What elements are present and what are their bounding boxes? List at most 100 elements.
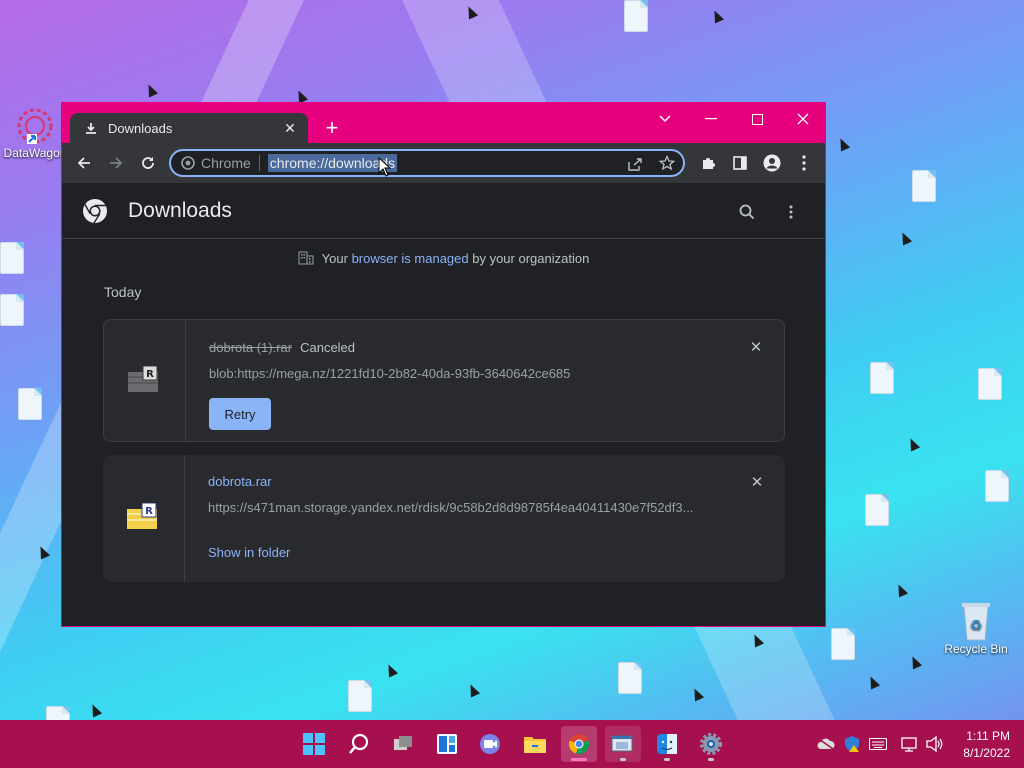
svg-text:♻: ♻ xyxy=(970,618,983,634)
omnibox-site-label: Chrome xyxy=(201,155,251,171)
extensions-puzzle-icon[interactable] xyxy=(696,151,720,175)
settings-gear-icon[interactable] xyxy=(693,726,729,762)
more-actions-kebab-icon[interactable] xyxy=(780,201,802,223)
desktop-cursor-art xyxy=(689,686,705,702)
taskbar: 1:11 PM 8/1/2022 xyxy=(0,720,1024,768)
app-window-icon[interactable] xyxy=(605,726,641,762)
desktop-paper xyxy=(831,628,855,660)
rar-file-icon: R xyxy=(127,503,157,529)
desktop-icon-label: Recycle Bin xyxy=(944,642,1008,656)
running-indicator xyxy=(664,758,670,761)
widgets-icon[interactable] xyxy=(429,726,465,762)
managed-notice: Your browser is managed by your organiza… xyxy=(62,251,825,266)
minimize-button[interactable] xyxy=(688,103,734,135)
remove-download-icon[interactable]: ✕ xyxy=(748,339,764,356)
security-shield-icon[interactable] xyxy=(842,734,862,754)
desktop-cursor-art xyxy=(865,674,881,690)
section-label: Today xyxy=(104,284,142,300)
chrome-taskbar-icon[interactable] xyxy=(561,726,597,762)
running-indicator xyxy=(571,758,587,761)
desktop-paper xyxy=(624,0,648,32)
title-bar: Downloads ✕ + xyxy=(62,103,825,143)
chrome-logo-icon xyxy=(181,156,195,170)
download-filename[interactable]: dobrota.rar xyxy=(208,474,272,489)
desktop-paper xyxy=(870,362,894,394)
desktop-paper xyxy=(978,368,1002,400)
desktop-cursor-art xyxy=(907,654,923,670)
start-windows-icon[interactable] xyxy=(296,726,332,762)
download-card: R dobrota.rar https://s471man.storage.ya… xyxy=(103,455,785,582)
download-filename-row: dobrota.rar xyxy=(208,474,272,489)
bookmark-star-icon[interactable] xyxy=(658,154,676,174)
chrome-menu-kebab-icon[interactable] xyxy=(792,151,816,175)
show-in-folder-link[interactable]: Show in folder xyxy=(208,545,290,560)
tab-downloads[interactable]: Downloads ✕ xyxy=(70,113,308,143)
download-url: https://s471man.storage.yandex.net/rdisk… xyxy=(208,500,694,515)
file-icon-column: R xyxy=(104,320,186,441)
download-filename[interactable]: dobrota (1).rar xyxy=(209,340,292,355)
managed-prefix: Your xyxy=(321,251,352,266)
desktop-paper xyxy=(865,494,889,526)
clock-date: 8/1/2022 xyxy=(963,746,1010,760)
download-filename-row: dobrota (1).rar Canceled xyxy=(209,340,355,355)
network-display-icon[interactable] xyxy=(900,734,920,754)
desktop-cursor-art xyxy=(383,662,399,678)
managed-link[interactable]: browser is managed xyxy=(352,251,469,266)
tab-title: Downloads xyxy=(108,120,173,136)
search-icon[interactable] xyxy=(736,201,758,223)
maximize-button[interactable] xyxy=(734,103,780,135)
desktop-cursor-art xyxy=(87,702,103,718)
clock[interactable]: 1:11 PM 8/1/2022 xyxy=(963,728,1010,762)
desktop-icon-recycle-bin[interactable]: ♻ Recycle Bin xyxy=(940,598,1012,656)
file-explorer-folder-icon[interactable] xyxy=(517,726,553,762)
address-bar[interactable]: Chrome chrome://downloads xyxy=(169,149,685,177)
new-tab-button[interactable]: + xyxy=(320,117,344,141)
managed-suffix: by your organization xyxy=(468,251,590,266)
finder-face-icon[interactable] xyxy=(649,726,685,762)
desktop-cursor-art xyxy=(709,8,725,24)
desktop-cursor-art xyxy=(465,682,481,698)
forward-arrow-icon[interactable] xyxy=(104,151,128,175)
share-icon[interactable] xyxy=(627,156,643,175)
chat-camera-icon[interactable] xyxy=(473,726,509,762)
clock-time: 1:11 PM xyxy=(966,729,1010,743)
desktop-paper xyxy=(912,170,936,202)
side-panel-icon[interactable] xyxy=(728,151,752,175)
desktop-icon-datawagon[interactable]: DataWagon xyxy=(0,104,70,160)
keyboard-icon[interactable] xyxy=(868,734,888,754)
datawagon-icon xyxy=(17,108,53,144)
building-icon xyxy=(298,251,314,265)
remove-download-icon[interactable]: ✕ xyxy=(749,474,765,491)
desktop-cursor-art xyxy=(905,436,921,452)
desktop-paper xyxy=(618,662,642,694)
close-window-button[interactable] xyxy=(780,103,825,135)
task-view-icon[interactable] xyxy=(385,726,421,762)
desktop-paper xyxy=(985,470,1009,502)
rar-file-icon: R xyxy=(128,366,158,392)
chrome-window: Downloads ✕ + Chrome chrome://downloads … xyxy=(61,102,826,627)
page-title: Downloads xyxy=(128,199,232,222)
desktop-cursor-art xyxy=(35,544,51,560)
tab-search-chevron-icon[interactable] xyxy=(642,103,688,135)
downloads-header: Downloads xyxy=(62,183,825,239)
chrome-logo-icon xyxy=(83,199,107,224)
reload-icon[interactable] xyxy=(136,151,160,175)
tab-close-icon[interactable]: ✕ xyxy=(282,120,298,136)
retry-button[interactable]: Retry xyxy=(209,398,271,430)
search-icon[interactable] xyxy=(341,726,377,762)
download-url: blob:https://mega.nz/1221fd10-2b82-40da-… xyxy=(209,366,571,381)
desktop-cursor-art xyxy=(749,632,765,648)
file-icon-column: R xyxy=(103,455,185,582)
back-arrow-icon[interactable] xyxy=(72,151,96,175)
desktop-paper xyxy=(0,294,24,326)
onedrive-cloud-icon[interactable] xyxy=(816,734,836,754)
volume-speaker-icon[interactable] xyxy=(925,734,945,754)
profile-avatar-icon[interactable] xyxy=(760,151,784,175)
desktop-cursor-art xyxy=(143,82,159,98)
running-indicator xyxy=(708,758,714,761)
browser-toolbar: Chrome chrome://downloads xyxy=(62,143,825,183)
download-card: R dobrota (1).rar Canceled blob:https://m… xyxy=(103,319,785,442)
desktop-icon-label: DataWagon xyxy=(3,146,67,160)
download-status: Canceled xyxy=(300,340,356,355)
recycle-bin-icon: ♻ xyxy=(962,603,990,641)
